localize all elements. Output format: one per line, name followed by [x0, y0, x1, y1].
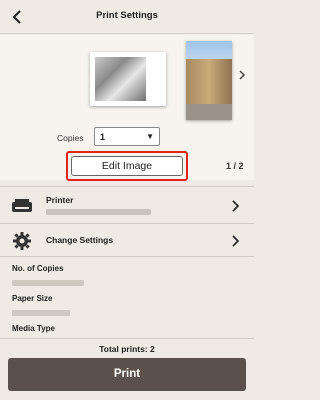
- photo-ground: [186, 104, 232, 120]
- total-prints-text: Total prints: 2: [99, 344, 155, 354]
- printer-name-redacted: [46, 209, 151, 215]
- edit-image-button[interactable]: Edit Image: [71, 156, 183, 176]
- photo-building: [186, 59, 232, 104]
- next-image-arrow-icon[interactable]: [236, 68, 248, 82]
- change-settings-label: Change Settings: [46, 235, 114, 245]
- copies-dropdown[interactable]: 1 ▼: [94, 127, 160, 146]
- media-type-label: Media Type: [12, 324, 55, 333]
- dropdown-arrow-icon: ▼: [146, 132, 154, 141]
- page-indicator: 1 / 2: [226, 161, 244, 171]
- print-button[interactable]: Print: [8, 358, 246, 391]
- change-settings-row[interactable]: Change Settings: [0, 224, 254, 257]
- header-bar: Print Settings: [0, 0, 254, 34]
- photo-thumbnail-next[interactable]: [186, 41, 232, 120]
- photo-image: [95, 57, 146, 101]
- gear-icon: [13, 232, 31, 250]
- no-of-copies-label: No. of Copies: [12, 264, 64, 273]
- edit-image-highlight: Edit Image: [66, 151, 188, 181]
- paper-size-value-redacted: [12, 310, 70, 316]
- paper-size-label: Paper Size: [12, 294, 53, 303]
- photo-thumbnail-current[interactable]: [90, 52, 166, 106]
- copies-label: Copies: [57, 133, 84, 143]
- printer-label: Printer: [46, 195, 74, 205]
- divider: [0, 338, 254, 339]
- copies-value: 1: [100, 132, 106, 142]
- chevron-right-icon: [232, 235, 240, 247]
- printer-row[interactable]: Printer: [0, 187, 254, 224]
- no-of-copies-value-redacted: [12, 280, 84, 286]
- chevron-right-icon: [232, 200, 240, 212]
- printer-icon: [12, 199, 32, 212]
- page-title: Print Settings: [96, 10, 158, 21]
